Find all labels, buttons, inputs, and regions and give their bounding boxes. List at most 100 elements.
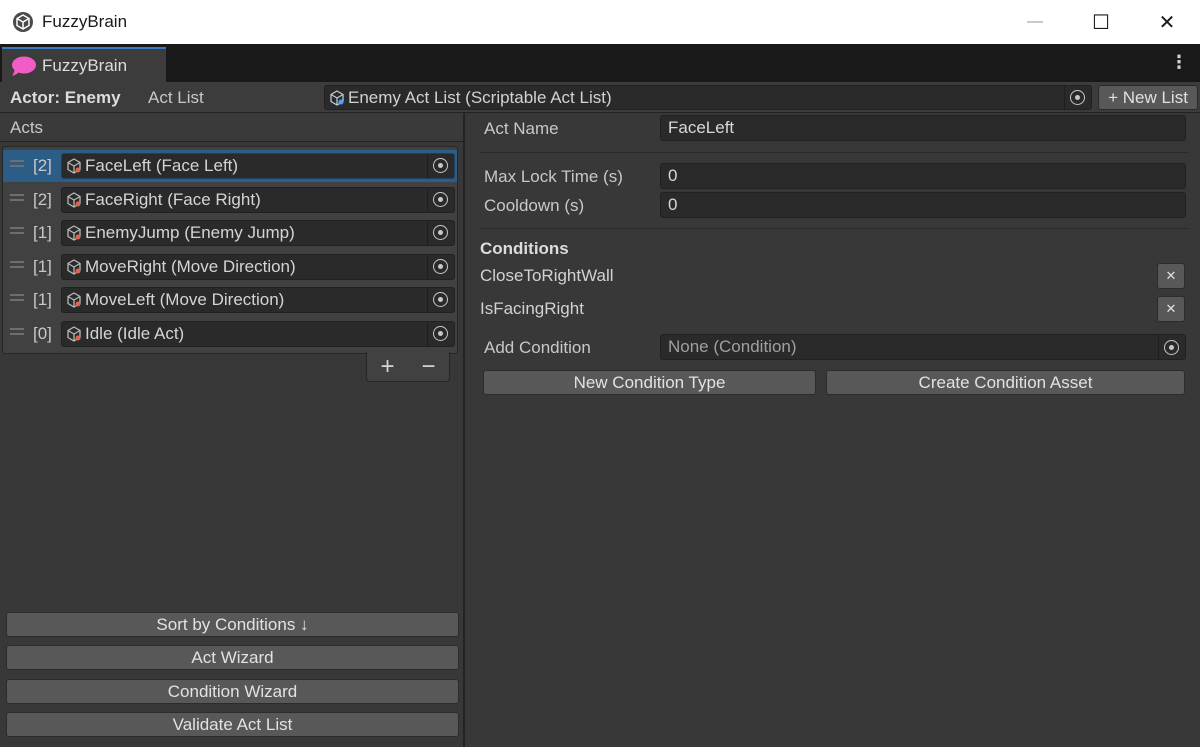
act-label: MoveRight (Move Direction) xyxy=(85,256,296,276)
add-condition-value: None (Condition) xyxy=(668,337,797,356)
maximize-button[interactable]: ☐ xyxy=(1068,0,1134,44)
field-divider xyxy=(1064,86,1065,109)
scriptable-object-icon xyxy=(67,325,81,342)
act-priority: [1] xyxy=(33,256,52,276)
act-details-panel: Act Name FaceLeft Max Lock Time (s) 0 Co… xyxy=(467,113,1200,747)
add-condition-field[interactable]: None (Condition) xyxy=(660,334,1186,360)
object-picker-icon[interactable] xyxy=(1070,90,1085,105)
act-label: FaceLeft (Face Left) xyxy=(85,156,239,175)
object-picker-icon[interactable] xyxy=(433,325,448,341)
close-window-button[interactable]: ✕ xyxy=(1134,0,1200,44)
scriptable-object-icon xyxy=(67,258,81,275)
minimize-button[interactable]: — xyxy=(1002,0,1068,44)
object-picker-icon[interactable] xyxy=(433,225,448,240)
act-row[interactable]: [2] FaceRight (Face Right) xyxy=(3,184,457,216)
close-icon: ✕ xyxy=(1158,11,1176,34)
act-label: EnemyJump (Enemy Jump) xyxy=(85,223,295,242)
tab-label: FuzzyBrain xyxy=(42,55,128,75)
field-divider xyxy=(427,288,428,312)
cooldown-field[interactable]: 0 xyxy=(660,192,1186,218)
max-lock-time-field[interactable]: 0 xyxy=(660,163,1186,189)
drag-handle-icon[interactable] xyxy=(10,193,24,201)
act-list-object-field[interactable]: Enemy Act List (Scriptable Act List) xyxy=(324,85,1092,110)
validate-act-list-button[interactable]: Validate Act List xyxy=(6,712,459,737)
act-label: FaceRight (Face Right) xyxy=(85,189,261,209)
max-lock-time-label: Max Lock Time (s) xyxy=(484,167,623,186)
conditions-heading: Conditions xyxy=(480,239,569,258)
remove-condition-button[interactable]: ✕ xyxy=(1157,296,1185,322)
field-divider xyxy=(427,221,428,245)
actor-label: Actor: Enemy xyxy=(10,88,121,107)
act-row[interactable]: [1] EnemyJump (Enemy Jump) xyxy=(3,217,457,249)
act-object-field[interactable]: FaceLeft (Face Left) xyxy=(61,153,455,179)
act-row[interactable]: [1] MoveLeft (Move Direction) xyxy=(3,284,457,316)
object-picker-icon[interactable] xyxy=(433,191,448,207)
object-picker-icon[interactable] xyxy=(433,292,448,307)
field-divider xyxy=(1158,335,1159,359)
field-divider xyxy=(427,254,428,279)
window-title: FuzzyBrain xyxy=(42,12,128,31)
toolbar: Actor: Enemy Act List Enemy Act List (Sc… xyxy=(0,82,1200,113)
act-priority: [2] xyxy=(33,156,52,175)
scriptable-object-icon xyxy=(67,158,81,174)
brain-icon xyxy=(12,56,36,76)
act-list-label: Act List xyxy=(148,88,204,107)
drag-handle-icon[interactable] xyxy=(10,227,24,234)
act-object-field[interactable]: EnemyJump (Enemy Jump) xyxy=(61,220,455,246)
act-priority: [2] xyxy=(33,189,52,209)
divider xyxy=(479,228,1189,229)
act-object-field[interactable]: MoveLeft (Move Direction) xyxy=(61,287,455,313)
maximize-icon: ☐ xyxy=(1092,11,1110,34)
list-add-remove: + − xyxy=(366,352,450,382)
act-priority: [0] xyxy=(33,323,52,343)
new-condition-type-button[interactable]: New Condition Type xyxy=(483,370,816,395)
acts-panel: Acts [2] FaceLeft (Face Left) [2] FaceRight… xyxy=(0,113,465,747)
scriptable-object-icon xyxy=(330,89,344,106)
cooldown-label: Cooldown (s) xyxy=(484,196,585,215)
act-priority: [1] xyxy=(33,290,52,309)
condition-item: CloseToRightWall xyxy=(480,266,614,285)
create-condition-asset-button[interactable]: Create Condition Asset xyxy=(826,370,1185,395)
minimize-icon: — xyxy=(1027,13,1043,30)
act-name-label: Act Name xyxy=(484,119,559,138)
act-row[interactable]: [2] FaceLeft (Face Left) xyxy=(3,150,457,182)
scriptable-object-icon xyxy=(67,292,81,308)
editor-tab-bar: FuzzyBrain ⋮ xyxy=(0,44,1200,82)
act-row[interactable]: [0] Idle (Idle Act) xyxy=(3,318,457,350)
object-picker-icon[interactable] xyxy=(433,258,448,274)
act-label: MoveLeft (Move Direction) xyxy=(85,290,285,309)
act-object-field[interactable]: Idle (Idle Act) xyxy=(61,320,455,347)
sort-by-conditions-button[interactable]: Sort by Conditions ↓ xyxy=(6,612,459,637)
remove-condition-button[interactable]: ✕ xyxy=(1157,263,1185,289)
field-divider xyxy=(427,187,428,212)
scriptable-object-icon xyxy=(67,225,81,241)
act-row[interactable]: [1] MoveRight (Move Direction) xyxy=(3,251,457,283)
scriptable-object-icon xyxy=(67,191,81,208)
acts-header: Acts xyxy=(0,113,463,142)
tab-fuzzybrain[interactable]: FuzzyBrain xyxy=(2,47,166,82)
act-name-field[interactable]: FaceLeft xyxy=(660,115,1186,141)
object-picker-icon[interactable] xyxy=(1164,340,1179,355)
act-priority: [1] xyxy=(33,223,52,242)
drag-handle-icon[interactable] xyxy=(10,160,24,167)
window-title-bar: FuzzyBrain — ☐ ✕ xyxy=(0,0,1200,44)
more-options-icon[interactable]: ⋮ xyxy=(1170,52,1188,73)
act-label: Idle (Idle Act) xyxy=(85,323,185,343)
close-icon: ✕ xyxy=(1165,301,1177,316)
object-picker-icon[interactable] xyxy=(433,158,448,173)
act-object-field[interactable]: MoveRight (Move Direction) xyxy=(61,253,455,280)
act-wizard-button[interactable]: Act Wizard xyxy=(6,645,459,670)
remove-act-button[interactable]: − xyxy=(414,353,444,381)
drag-handle-icon[interactable] xyxy=(10,260,24,268)
add-act-button[interactable]: + xyxy=(373,353,403,381)
new-list-button[interactable]: + New List xyxy=(1098,85,1198,110)
drag-handle-icon[interactable] xyxy=(10,294,24,301)
add-condition-label: Add Condition xyxy=(484,338,591,357)
field-divider xyxy=(427,154,428,178)
condition-wizard-button[interactable]: Condition Wizard xyxy=(6,679,459,704)
field-divider xyxy=(427,321,428,346)
act-object-field[interactable]: FaceRight (Face Right) xyxy=(61,186,455,213)
drag-handle-icon[interactable] xyxy=(10,327,24,335)
unity-cube-icon xyxy=(13,12,33,32)
acts-list: [2] FaceLeft (Face Left) [2] FaceRight (Fac… xyxy=(2,146,458,354)
